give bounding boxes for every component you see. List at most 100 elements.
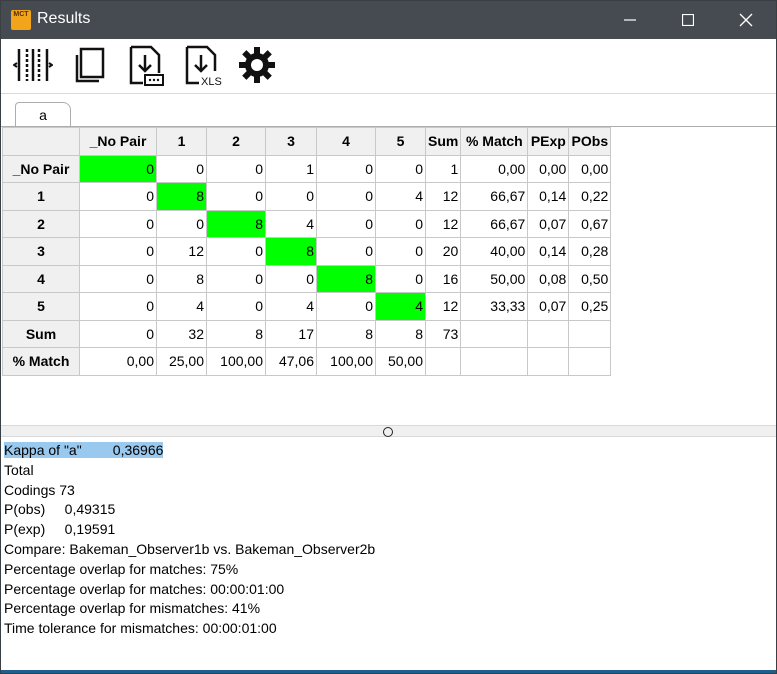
table-cell[interactable]: 12 — [424, 209, 462, 238]
column-header[interactable]: 3 — [265, 127, 317, 156]
settings-button[interactable] — [235, 43, 279, 87]
table-cell[interactable]: 8 — [316, 319, 376, 348]
table-cell[interactable]: 0,00 — [527, 154, 570, 183]
table-cell[interactable]: 0,07 — [527, 209, 570, 238]
table-cell[interactable]: 12 — [424, 292, 462, 321]
table-cell[interactable]: 0,28 — [568, 237, 612, 266]
table-cell[interactable]: 0 — [206, 292, 266, 321]
table-cell[interactable]: 0 — [265, 264, 317, 293]
table-cell[interactable]: 0 — [79, 292, 157, 321]
kappa-value[interactable]: Kappa of "a" 0,36966 — [4, 442, 164, 458]
table-cell[interactable]: 1 — [265, 154, 317, 183]
row-header[interactable]: 4 — [2, 264, 80, 293]
table-cell[interactable]: 8 — [375, 319, 426, 348]
row-header[interactable]: 3 — [2, 237, 80, 266]
maximize-button[interactable] — [659, 1, 717, 39]
splitter-handle-icon[interactable] — [383, 427, 393, 437]
close-button[interactable] — [717, 1, 775, 39]
table-cell[interactable]: 0,67 — [568, 209, 612, 238]
table-cell[interactable]: 66,67 — [460, 182, 529, 211]
results-matrix[interactable]: _No Pair 1 2 3 4 5 Sum% Match PExp PObs _No Pair 0… — [2, 127, 612, 376]
table-cell[interactable]: 73 — [424, 319, 462, 348]
table-cell[interactable]: 0 — [206, 182, 266, 211]
row-header[interactable]: 5 — [2, 292, 80, 321]
table-cell[interactable]: 8 — [156, 264, 207, 293]
table-cell[interactable]: 0,08 — [527, 264, 570, 293]
table-cell[interactable]: 20 — [424, 237, 462, 266]
table-cell[interactable] — [568, 347, 612, 376]
table-cell[interactable]: 0 — [375, 154, 426, 183]
table-cell[interactable]: 1 — [424, 154, 462, 183]
table-cell[interactable]: 12 — [156, 237, 207, 266]
table-cell[interactable]: 47,06 — [265, 347, 317, 376]
table-cell[interactable]: 66,67 — [460, 209, 529, 238]
table-cell[interactable]: 32 — [156, 319, 207, 348]
table-cell[interactable]: 8 — [265, 237, 317, 266]
table-cell[interactable]: 0 — [375, 237, 426, 266]
table-cell[interactable]: 0 — [316, 182, 376, 211]
table-cell[interactable]: 0,14 — [527, 182, 570, 211]
table-cell[interactable]: 8 — [156, 182, 207, 211]
table-cell[interactable] — [568, 319, 612, 348]
table-cell[interactable]: 8 — [316, 264, 376, 293]
table-cell[interactable]: 100,00 — [206, 347, 266, 376]
table-cell[interactable]: 0 — [79, 237, 157, 266]
table-cell[interactable]: 25,00 — [156, 347, 207, 376]
column-header[interactable]: _No Pair — [79, 127, 157, 156]
table-cell[interactable]: 0,14 — [527, 237, 570, 266]
table-cell[interactable]: 0 — [375, 264, 426, 293]
column-header[interactable]: 4 — [316, 127, 376, 156]
table-cell[interactable]: 4 — [265, 292, 317, 321]
table-cell[interactable] — [460, 347, 529, 376]
table-cell[interactable]: 12 — [424, 182, 462, 211]
row-header[interactable]: 1 — [2, 182, 80, 211]
table-cell[interactable]: 4 — [375, 292, 426, 321]
column-header[interactable]: Sum — [424, 127, 462, 156]
table-cell[interactable]: 0 — [206, 154, 266, 183]
table-cell[interactable]: 0,00 — [79, 347, 157, 376]
table-cell[interactable] — [527, 347, 570, 376]
table-cell[interactable]: 0,50 — [568, 264, 612, 293]
table-cell[interactable]: 0 — [79, 182, 157, 211]
export-xls-button[interactable]: XLS — [179, 43, 223, 87]
column-header[interactable]: PObs — [568, 127, 612, 156]
table-cell[interactable]: 50,00 — [460, 264, 529, 293]
column-header[interactable]: 5 — [375, 127, 426, 156]
table-cell[interactable]: 0 — [206, 264, 266, 293]
columns-tool-button[interactable] — [11, 43, 55, 87]
tab-a[interactable]: a — [15, 102, 71, 128]
table-cell[interactable]: 4 — [375, 182, 426, 211]
report-panel[interactable]: Kappa of "a" 0,36966 Total Codings 73 P(ob… — [4, 441, 774, 639]
table-cell[interactable]: 0 — [375, 209, 426, 238]
table-cell[interactable]: 0,07 — [527, 292, 570, 321]
table-cell[interactable]: 0,00 — [568, 154, 612, 183]
table-cell[interactable]: 0 — [206, 237, 266, 266]
table-cell[interactable]: 100,00 — [316, 347, 376, 376]
table-cell[interactable]: 40,00 — [460, 237, 529, 266]
results-grid-area[interactable]: _No Pair 1 2 3 4 5 Sum% Match PExp PObs _No Pair 0… — [2, 127, 775, 425]
row-header[interactable]: 2 — [2, 209, 80, 238]
table-cell[interactable]: 0 — [316, 209, 376, 238]
table-cell[interactable]: 0 — [316, 292, 376, 321]
table-cell[interactable] — [527, 319, 570, 348]
table-cell[interactable]: 0 — [79, 154, 157, 183]
table-cell[interactable] — [460, 319, 529, 348]
table-cell[interactable]: 0,25 — [568, 292, 612, 321]
export-text-button[interactable] — [123, 43, 167, 87]
column-header[interactable]: 2 — [206, 127, 266, 156]
table-cell[interactable]: 4 — [156, 292, 207, 321]
column-header[interactable]: PExp — [527, 127, 570, 156]
table-cell[interactable] — [424, 347, 462, 376]
table-cell[interactable]: 33,33 — [460, 292, 529, 321]
table-cell[interactable]: 4 — [265, 209, 317, 238]
title-bar[interactable]: MCT Results — [1, 1, 776, 39]
copy-button[interactable] — [67, 43, 111, 87]
table-cell[interactable]: 0,00 — [460, 154, 529, 183]
table-cell[interactable]: 17 — [265, 319, 317, 348]
table-cell[interactable]: 0 — [156, 209, 207, 238]
row-header[interactable]: % Match — [2, 347, 80, 376]
table-cell[interactable]: 0 — [79, 209, 157, 238]
row-header[interactable]: _No Pair — [2, 154, 80, 183]
table-cell[interactable]: 0 — [316, 237, 376, 266]
column-header[interactable]: 1 — [156, 127, 207, 156]
